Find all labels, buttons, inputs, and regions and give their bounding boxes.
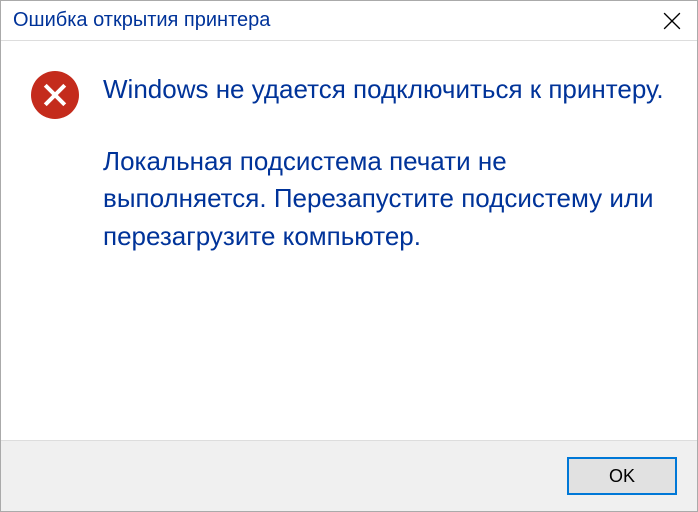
icon-column [31,71,79,420]
error-icon [31,71,79,119]
titlebar: Ошибка открытия принтера [1,1,697,41]
dialog-title: Ошибка открытия принтера [13,9,270,32]
close-button[interactable] [647,1,697,41]
content-area: Windows не удается подключиться к принте… [1,41,697,440]
message-primary: Windows не удается подключиться к принте… [103,71,667,109]
message-column: Windows не удается подключиться к принте… [103,71,667,420]
ok-button[interactable]: OK [567,457,677,495]
close-icon [663,12,681,30]
button-bar: OK [1,440,697,511]
message-secondary: Локальная подсистема печати не выполняет… [103,143,667,256]
error-dialog: Ошибка открытия принтера Windows не удае… [0,0,698,512]
